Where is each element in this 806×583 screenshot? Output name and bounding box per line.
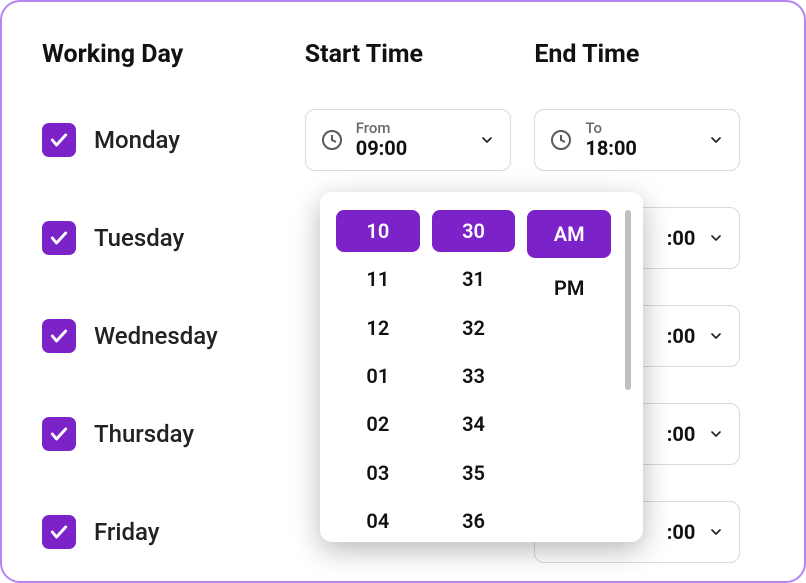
end-time-value: :00 [667, 227, 696, 250]
hour-column: 10 11 12 01 02 03 04 [336, 210, 420, 542]
minute-option[interactable]: 30 [432, 210, 516, 252]
hour-option[interactable]: 03 [336, 451, 420, 493]
checkbox-thursday[interactable] [42, 417, 76, 451]
checkbox-friday[interactable] [42, 515, 76, 549]
hour-option[interactable]: 12 [336, 307, 420, 349]
checkbox-tuesday[interactable] [42, 221, 76, 255]
end-time-value: 18:00 [585, 137, 695, 160]
row-monday: Monday From 09:00 [42, 109, 764, 171]
checkbox-wednesday[interactable] [42, 319, 76, 353]
chevron-down-icon [707, 132, 725, 148]
clock-icon [549, 128, 573, 152]
hour-option[interactable]: 02 [336, 403, 420, 445]
chevron-down-icon [478, 132, 496, 148]
period-option-am[interactable]: AM [527, 210, 611, 258]
period-option-pm[interactable]: PM [527, 264, 611, 312]
minute-option[interactable]: 32 [432, 307, 516, 349]
hour-option[interactable]: 04 [336, 500, 420, 542]
minute-option[interactable]: 35 [432, 451, 516, 493]
from-label: From [356, 120, 466, 137]
header-working-day: Working Day [42, 40, 305, 69]
day-label: Monday [94, 126, 180, 154]
minute-column: 30 31 32 33 34 35 36 [432, 210, 516, 542]
end-time-select-monday[interactable]: To 18:00 [534, 109, 740, 171]
chevron-down-icon [707, 524, 725, 540]
day-label: Tuesday [94, 224, 184, 252]
checkbox-monday[interactable] [42, 123, 76, 157]
chevron-down-icon [707, 426, 725, 442]
check-icon [49, 326, 69, 346]
check-icon [49, 228, 69, 248]
minute-option[interactable]: 34 [432, 403, 516, 445]
minute-option[interactable]: 33 [432, 355, 516, 397]
header-end-time: End Time [534, 40, 764, 69]
start-time-select-monday[interactable]: From 09:00 [305, 109, 511, 171]
day-label: Wednesday [94, 322, 218, 350]
minute-option[interactable]: 36 [432, 500, 516, 542]
minute-option[interactable]: 31 [432, 258, 516, 300]
chevron-down-icon [707, 328, 725, 344]
day-label: Thursday [94, 420, 194, 448]
hour-option[interactable]: 10 [336, 210, 420, 252]
check-icon [49, 522, 69, 542]
header-start-time: Start Time [305, 40, 535, 69]
day-label: Friday [94, 518, 160, 546]
scroll-thumb[interactable] [625, 210, 631, 390]
picker-scrollbar[interactable] [625, 210, 631, 542]
clock-icon [320, 128, 344, 152]
hour-option[interactable]: 11 [336, 258, 420, 300]
start-time-value: 09:00 [356, 137, 466, 160]
hour-option[interactable]: 01 [336, 355, 420, 397]
check-icon [49, 130, 69, 150]
period-column: AM PM [527, 210, 611, 542]
time-picker-popover: 10 11 12 01 02 03 04 30 31 32 33 34 35 3… [320, 192, 643, 542]
header-row: Working Day Start Time End Time [42, 40, 764, 69]
end-time-value: :00 [667, 325, 696, 348]
schedule-frame: Working Day Start Time End Time Monday F… [0, 0, 806, 583]
to-label: To [585, 120, 695, 137]
check-icon [49, 424, 69, 444]
end-time-value: :00 [667, 521, 696, 544]
chevron-down-icon [707, 230, 725, 246]
end-time-value: :00 [667, 423, 696, 446]
